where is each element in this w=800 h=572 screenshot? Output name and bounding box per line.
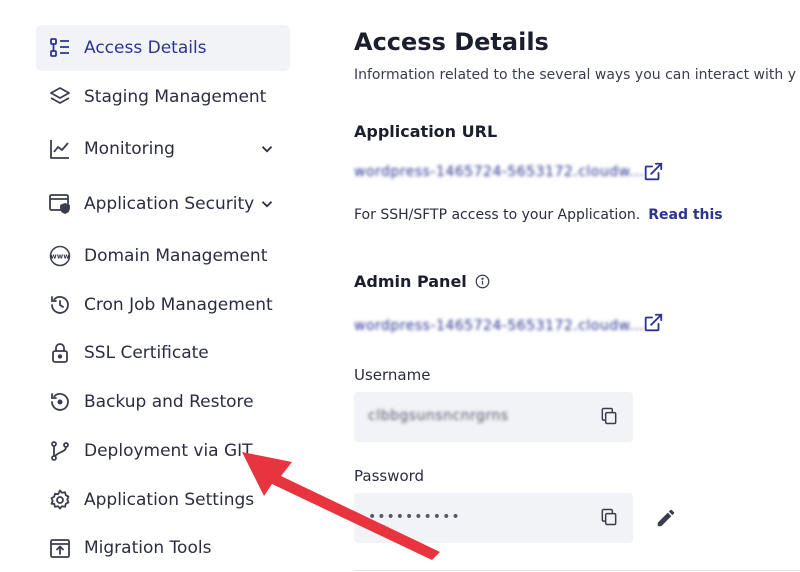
backup-icon	[48, 390, 72, 414]
username-value: clbbgsunsncnrgrns	[368, 408, 509, 424]
application-url-link[interactable]: wordpress-1465724-5653172.cloudw...	[354, 164, 644, 180]
sidebar-item-label: Staging Management	[84, 87, 267, 107]
password-label: Password	[354, 467, 425, 485]
shield-window-icon	[48, 192, 72, 216]
svg-text:www: www	[50, 253, 70, 261]
access-details-icon	[48, 36, 72, 60]
copy-icon[interactable]	[599, 406, 619, 426]
username-field[interactable]: clbbgsunsncnrgrns	[354, 392, 633, 442]
sidebar-item-label: Cron Job Management	[84, 295, 273, 315]
chart-line-icon	[48, 137, 72, 161]
sidebar-item-label: Deployment via GIT	[84, 441, 253, 461]
sidebar-item-cron-job-management[interactable]: Cron Job Management	[36, 282, 290, 328]
admin-panel-url-link[interactable]: wordpress-1465724-5653172.cloudw...	[354, 318, 644, 334]
sidebar-item-deployment-via-git[interactable]: Deployment via GIT	[36, 428, 290, 474]
sidebar-item-label: Backup and Restore	[84, 392, 254, 412]
sidebar-item-staging-management[interactable]: Staging Management	[36, 74, 290, 120]
sidebar-item-label: Domain Management	[84, 246, 268, 266]
username-label: Username	[354, 366, 431, 384]
read-this-link[interactable]: Read this	[648, 207, 722, 223]
application-url-title: Application URL	[354, 122, 498, 141]
info-icon[interactable]	[475, 274, 490, 289]
sidebar-item-backup-and-restore[interactable]: Backup and Restore	[36, 379, 290, 425]
sidebar-item-access-details[interactable]: Access Details	[36, 25, 290, 71]
main-content: Access Details Information related to th…	[354, 0, 800, 572]
chevron-down-icon[interactable]	[258, 195, 276, 213]
sidebar-item-monitoring[interactable]: Monitoring	[36, 126, 290, 172]
history-clock-icon	[48, 293, 72, 317]
sidebar-item-migration-tools[interactable]: Migration Tools	[36, 525, 290, 571]
password-value: ••••••••••	[368, 509, 461, 525]
sidebar-item-label: Monitoring	[84, 139, 175, 159]
sidebar-item-label: SSL Certificate	[84, 343, 209, 363]
www-globe-icon: www	[48, 244, 72, 268]
admin-panel-title: Admin Panel	[354, 272, 490, 291]
page-description: Information related to the several ways …	[354, 67, 796, 83]
sidebar-item-label: Access Details	[84, 38, 207, 58]
sidebar: Access Details Staging Management Monito…	[0, 0, 310, 572]
sidebar-item-application-settings[interactable]: Application Settings	[36, 477, 290, 523]
sidebar-item-label: Migration Tools	[84, 538, 212, 558]
sidebar-item-label: Application Security	[84, 194, 255, 214]
ssh-note: For SSH/SFTP access to your Application.…	[354, 207, 723, 223]
migration-icon	[48, 536, 72, 560]
edit-pencil-icon[interactable]	[655, 507, 677, 529]
sidebar-item-application-security[interactable]: Application Security	[36, 181, 290, 227]
layers-icon	[48, 85, 72, 109]
lock-icon	[48, 341, 72, 365]
admin-panel-title-text: Admin Panel	[354, 272, 467, 291]
sidebar-item-label: Application Settings	[84, 490, 255, 510]
external-link-icon[interactable]	[642, 312, 664, 334]
sidebar-item-ssl-certificate[interactable]: SSL Certificate	[36, 330, 290, 376]
gear-icon	[48, 488, 72, 512]
ssh-note-text: For SSH/SFTP access to your Application.	[354, 207, 641, 223]
sidebar-item-domain-management[interactable]: www Domain Management	[36, 233, 290, 279]
git-branch-icon	[48, 439, 72, 463]
password-field[interactable]: ••••••••••	[354, 493, 633, 543]
copy-icon[interactable]	[599, 507, 619, 527]
page-title: Access Details	[354, 28, 549, 56]
external-link-icon[interactable]	[642, 161, 664, 183]
divider	[354, 570, 800, 571]
chevron-down-icon[interactable]	[258, 140, 276, 158]
